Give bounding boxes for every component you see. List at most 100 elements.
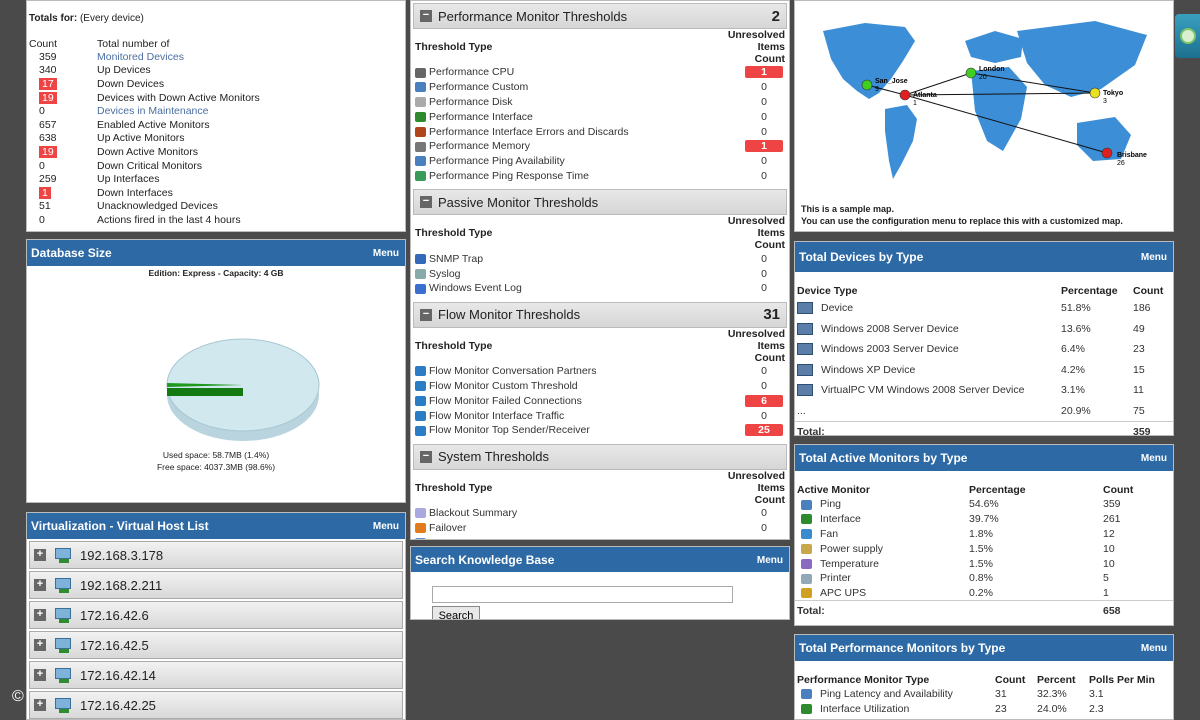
threshold-row[interactable]: Performance Custom 0 xyxy=(413,80,787,95)
totals-count[interactable]: 17 xyxy=(39,77,57,90)
active-monitor-row[interactable]: Power supply 1.5% 10 xyxy=(795,541,1173,556)
knowledge-search-input[interactable] xyxy=(432,586,733,603)
perf-monitor-row[interactable]: Interface Utilization 23 24.0% 2.3 xyxy=(795,702,1173,717)
threshold-count[interactable]: 0 xyxy=(745,126,783,138)
active-monitor-row[interactable]: Interface 39.7% 261 xyxy=(795,512,1173,527)
threshold-label[interactable]: Performance CPU xyxy=(429,66,514,78)
system-thresholds-header[interactable]: − System Thresholds xyxy=(413,443,787,470)
device-type-label[interactable]: VirtualPC VM Windows 2008 Server Device xyxy=(821,384,1024,396)
threshold-count[interactable]: 0 xyxy=(745,96,783,108)
threshold-count[interactable]: 1 xyxy=(745,66,783,79)
perf-thresholds-header[interactable]: − Performance Monitor Thresholds 2 xyxy=(413,3,787,29)
virtual-host-address[interactable]: 192.168.3.178 xyxy=(80,548,163,563)
threshold-row[interactable]: Flow Monitor Custom Threshold 0 xyxy=(413,379,787,394)
map-city-marker[interactable] xyxy=(965,67,977,79)
map-city-name[interactable]: Atlanta xyxy=(913,92,937,99)
threshold-row[interactable]: Blackout Summary 0 xyxy=(413,506,787,521)
virtual-host-row[interactable]: +192.168.3.178 xyxy=(29,541,403,569)
active-monitor-label[interactable]: Ping xyxy=(820,498,841,510)
virtual-host-address[interactable]: 172.16.42.25 xyxy=(80,698,156,713)
device-type-row[interactable]: Device 51.8% 186 xyxy=(795,298,1173,319)
map-city-marker[interactable] xyxy=(1089,87,1101,99)
threshold-count[interactable]: 0 xyxy=(745,253,783,265)
threshold-row[interactable]: Performance Ping Availability 0 xyxy=(413,154,787,169)
virtual-host-address[interactable]: 192.168.2.211 xyxy=(80,578,162,593)
totals-count[interactable]: 0 xyxy=(39,160,45,172)
map-city-name[interactable]: San_Jose xyxy=(875,78,908,85)
collapse-icon[interactable]: − xyxy=(420,196,432,209)
threshold-count[interactable]: 0 xyxy=(745,111,783,123)
threshold-count[interactable]: 0 xyxy=(745,410,783,422)
active-monitor-label[interactable]: Temperature xyxy=(820,558,879,570)
threshold-label[interactable]: Performance Disk xyxy=(429,96,512,108)
active-monitor-row[interactable]: Ping 54.6% 359 xyxy=(795,497,1173,512)
threshold-label[interactable]: Blackout Summary xyxy=(429,507,517,519)
perf-monitor-label[interactable]: Ping Latency and Availability xyxy=(820,688,953,700)
threshold-label[interactable]: Flow Monitor Conversation Partners xyxy=(429,365,596,377)
threshold-row[interactable]: SNMP Trap 0 xyxy=(413,251,787,266)
threshold-count[interactable]: 0 xyxy=(745,537,783,539)
device-type-row[interactable]: Windows XP Device 4.2% 15 xyxy=(795,360,1173,381)
device-type-label[interactable]: Windows 2008 Server Device xyxy=(821,323,959,335)
threshold-count[interactable]: 0 xyxy=(745,282,783,294)
threshold-label[interactable]: Flow Monitor Interface Traffic xyxy=(429,410,564,422)
threshold-label[interactable]: SNMP Trap xyxy=(429,253,483,265)
map-city-marker[interactable] xyxy=(1101,147,1113,159)
expand-icon[interactable]: + xyxy=(34,609,46,621)
virtual-host-row[interactable]: +172.16.42.6 xyxy=(29,601,403,629)
side-widget[interactable] xyxy=(1175,14,1200,58)
threshold-label[interactable]: Performance Custom xyxy=(429,81,528,93)
expand-icon[interactable]: + xyxy=(34,549,46,561)
menu-button[interactable]: Menu xyxy=(757,555,783,566)
device-type-label[interactable]: Windows XP Device xyxy=(821,364,915,376)
device-type-row[interactable]: ... 20.9% 75 xyxy=(795,401,1173,422)
device-type-row[interactable]: VirtualPC VM Windows 2008 Server Device 3… xyxy=(795,380,1173,401)
threshold-count[interactable]: 0 xyxy=(745,522,783,534)
expand-icon[interactable]: + xyxy=(34,579,46,591)
threshold-row[interactable]: Flow Monitor Conversation Partners 0 xyxy=(413,364,787,379)
threshold-row[interactable]: Performance Memory 1 xyxy=(413,139,787,154)
totals-count[interactable]: 657 xyxy=(39,119,57,131)
active-monitor-row[interactable]: Temperature 1.5% 10 xyxy=(795,556,1173,571)
passive-thresholds-header[interactable]: − Passive Monitor Thresholds xyxy=(413,189,787,216)
map-city-name[interactable]: Tokyo xyxy=(1103,90,1123,97)
perf-monitor-label[interactable]: Interface Utilization xyxy=(820,703,909,715)
threshold-label[interactable]: Failover xyxy=(429,522,466,534)
threshold-row[interactable]: Flow Monitor Top Sender/Receiver 25 xyxy=(413,423,787,438)
threshold-label[interactable]: Performance Ping Response Time xyxy=(429,170,589,182)
expand-icon[interactable]: + xyxy=(34,639,46,651)
threshold-label[interactable]: Flow Monitor Custom Threshold xyxy=(429,380,578,392)
totals-count[interactable]: 19 xyxy=(39,145,57,158)
threshold-label[interactable]: Windows Event Log xyxy=(429,282,522,294)
threshold-row[interactable]: Performance Interface Errors and Discard… xyxy=(413,124,787,139)
threshold-label[interactable]: VMware xyxy=(429,537,468,539)
totals-count[interactable]: 0 xyxy=(39,214,45,226)
virtual-host-address[interactable]: 172.16.42.14 xyxy=(80,668,156,683)
virtual-host-row[interactable]: +172.16.42.5 xyxy=(29,631,403,659)
threshold-row[interactable]: Performance CPU 1 xyxy=(413,65,787,80)
menu-button[interactable]: Menu xyxy=(1141,453,1167,464)
totals-count[interactable]: 340 xyxy=(39,64,57,76)
active-monitor-label[interactable]: Power supply xyxy=(820,543,883,555)
threshold-count[interactable]: 0 xyxy=(745,507,783,519)
threshold-row[interactable]: Flow Monitor Failed Connections 6 xyxy=(413,393,787,408)
threshold-count[interactable]: 0 xyxy=(745,268,783,280)
totals-count[interactable]: 259 xyxy=(39,173,57,185)
menu-button[interactable]: Menu xyxy=(1141,643,1167,654)
flow-thresholds-header[interactable]: − Flow Monitor Thresholds 31 xyxy=(413,301,787,328)
expand-icon[interactable]: + xyxy=(34,669,46,681)
threshold-row[interactable]: Flow Monitor Interface Traffic 0 xyxy=(413,408,787,423)
threshold-label[interactable]: Performance Interface Errors and Discard… xyxy=(429,126,629,138)
threshold-label[interactable]: Performance Memory xyxy=(429,140,530,152)
device-type-row[interactable]: Windows 2008 Server Device 13.6% 49 xyxy=(795,319,1173,340)
virtual-host-address[interactable]: 172.16.42.6 xyxy=(80,608,149,623)
collapse-icon[interactable]: − xyxy=(420,308,432,321)
device-type-label[interactable]: Device xyxy=(821,302,853,314)
threshold-label[interactable]: Performance Ping Availability xyxy=(429,155,565,167)
threshold-count[interactable]: 0 xyxy=(745,81,783,93)
threshold-count[interactable]: 0 xyxy=(745,380,783,392)
threshold-count[interactable]: 1 xyxy=(745,140,783,153)
threshold-count[interactable]: 0 xyxy=(745,365,783,377)
totals-count[interactable]: 638 xyxy=(39,132,57,144)
threshold-row[interactable]: Performance Interface 0 xyxy=(413,109,787,124)
